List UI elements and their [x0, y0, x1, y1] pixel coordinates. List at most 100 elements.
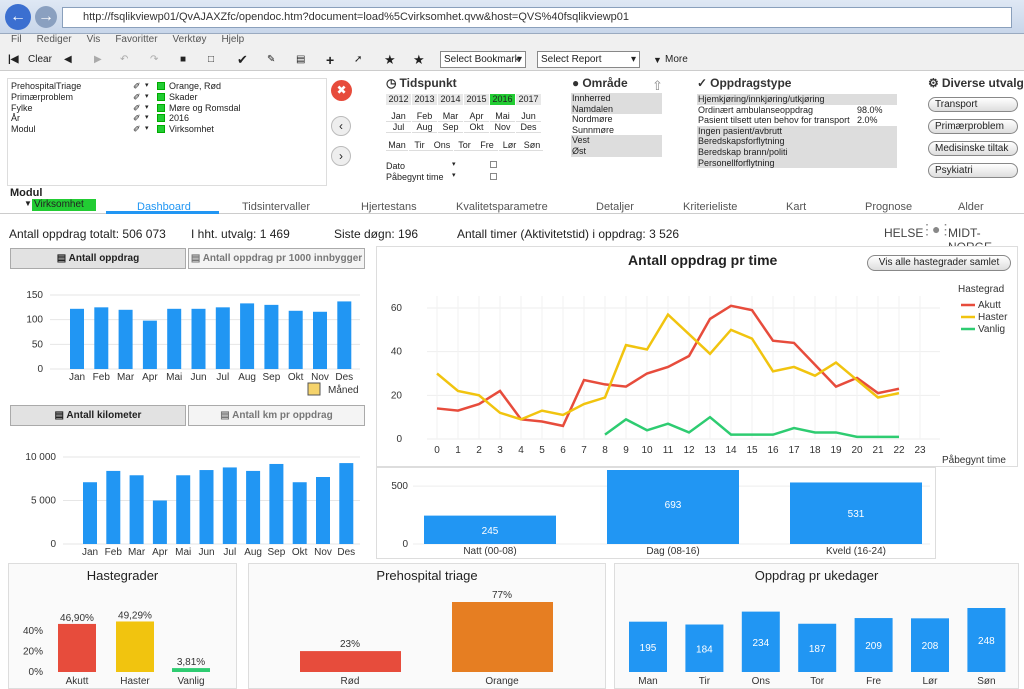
- month-item[interactable]: Jul: [386, 122, 411, 133]
- eraser-icon[interactable]: ✐: [133, 103, 141, 114]
- year-2012[interactable]: 2012: [386, 94, 411, 105]
- tab-kriterieliste[interactable]: Kriterieliste: [683, 201, 737, 213]
- chevron-right-icon[interactable]: ›: [331, 146, 351, 166]
- tab-kvalitetsparametre[interactable]: Kvalitetsparametre: [456, 201, 548, 213]
- omraade-item[interactable]: Vest: [571, 135, 662, 146]
- edit-icon[interactable]: ✎: [267, 52, 275, 68]
- undo-icon[interactable]: ↶: [120, 52, 128, 68]
- weekday-item[interactable]: Tir: [408, 140, 431, 151]
- check-icon[interactable]: ✔: [237, 52, 248, 68]
- omraade-item[interactable]: Nordmøre: [571, 114, 662, 125]
- year-2017[interactable]: 2017: [516, 94, 541, 105]
- menu-item-0[interactable]: Fil: [11, 34, 22, 45]
- redo-icon[interactable]: ↷: [150, 52, 158, 68]
- oppdragstype-item[interactable]: Beredskapsforflytning: [697, 136, 897, 147]
- eraser-icon[interactable]: ✐: [133, 113, 141, 124]
- month-item[interactable]: Okt: [464, 122, 489, 133]
- weekday-item[interactable]: Lør: [498, 140, 521, 151]
- more-button[interactable]: More: [665, 52, 688, 68]
- omraade-item[interactable]: Sunnmøre: [571, 124, 662, 136]
- year-2016[interactable]: 2016: [490, 94, 515, 105]
- tab-kart[interactable]: Kart: [786, 201, 806, 213]
- dropdown-icon[interactable]: ▾: [145, 92, 149, 103]
- trash-icon[interactable]: ✖: [331, 80, 352, 101]
- dropdown-icon[interactable]: ▾: [145, 81, 149, 92]
- weekday-item[interactable]: Ons: [431, 140, 453, 151]
- clear-button[interactable]: Clear: [28, 52, 52, 68]
- omraade-item[interactable]: Innherred: [571, 93, 662, 104]
- diverse-button-1[interactable]: Primærproblem: [928, 119, 1018, 134]
- month-item[interactable]: Jun: [516, 111, 541, 122]
- diverse-button-0[interactable]: Transport: [928, 97, 1018, 112]
- paabegynt-checkbox[interactable]: [490, 173, 497, 180]
- month-item[interactable]: Sep: [438, 122, 463, 133]
- eraser-icon[interactable]: ✐: [133, 124, 141, 135]
- tab-prognose[interactable]: Prognose: [865, 201, 912, 213]
- chevron-left-icon[interactable]: ‹: [331, 116, 351, 136]
- dropdown-icon[interactable]: ▾: [145, 113, 149, 124]
- report-select[interactable]: Select Report ▾: [537, 51, 640, 68]
- tab-detaljer[interactable]: Detaljer: [596, 201, 634, 213]
- month-item[interactable]: Aug: [412, 122, 437, 133]
- year-2015[interactable]: 2015: [464, 94, 489, 105]
- dato-checkbox[interactable]: [490, 161, 497, 168]
- month-item[interactable]: Apr: [464, 111, 489, 122]
- back-arrow-icon[interactable]: ←: [5, 4, 31, 30]
- month-item[interactable]: Des: [516, 122, 541, 133]
- menu-item-2[interactable]: Vis: [87, 34, 101, 45]
- oppdragstype-item[interactable]: Pasient tilsett uten behov for transport…: [697, 115, 897, 126]
- km-per-oppdrag-button[interactable]: ▤ Antall km pr oppdrag: [188, 405, 365, 426]
- oppdragstype-item[interactable]: Ordinært ambulanseoppdrag 98.0%: [697, 104, 897, 116]
- dropdown-icon[interactable]: ▾: [452, 160, 456, 168]
- bookmark-select[interactable]: Select Bookmark ▾: [440, 51, 526, 68]
- oppdragstype-item[interactable]: Ingen pasient/avbrutt: [697, 125, 897, 137]
- back-icon[interactable]: ◀: [64, 52, 72, 68]
- omraade-item[interactable]: Namdalen: [571, 103, 662, 115]
- tab-alder[interactable]: Alder: [958, 201, 984, 213]
- antall-kilometer-button[interactable]: ▤ Antall kilometer: [10, 405, 186, 426]
- arrow-up-icon[interactable]: ⇧: [652, 78, 663, 94]
- month-item[interactable]: Mar: [438, 111, 463, 122]
- eraser-icon[interactable]: ✐: [133, 81, 141, 92]
- add-icon[interactable]: +: [326, 52, 334, 68]
- lock-icon[interactable]: ■: [180, 52, 186, 68]
- oppdrag-per-1000-button[interactable]: ▤ Antall oppdrag pr 1000 innbygger: [188, 248, 365, 269]
- eraser-icon[interactable]: ✐: [133, 92, 141, 103]
- oppdragstype-item[interactable]: Personellforflytning: [697, 157, 897, 169]
- clear-icon[interactable]: |◀: [8, 52, 19, 68]
- antall-oppdrag-button[interactable]: ▤ Antall oppdrag: [10, 248, 186, 269]
- diverse-button-3[interactable]: Psykiatri: [928, 163, 1018, 178]
- modul-value[interactable]: Virksomhet: [32, 199, 96, 211]
- menu-item-4[interactable]: Verktøy: [173, 34, 207, 45]
- year-2014[interactable]: 2014: [438, 94, 463, 105]
- star-icon[interactable]: ★: [413, 52, 425, 68]
- forward-arrow-icon[interactable]: →: [35, 6, 57, 28]
- more-chevron-icon[interactable]: ▼: [653, 52, 662, 68]
- chart-icon[interactable]: ▤: [296, 52, 305, 68]
- diverse-button-2[interactable]: Medisinske tiltak: [928, 141, 1018, 156]
- month-item[interactable]: Mai: [490, 111, 515, 122]
- dropdown-icon[interactable]: ▼: [24, 199, 32, 208]
- oppdragstype-item[interactable]: Beredskap brann/politi: [697, 147, 897, 158]
- tab-hjertestans[interactable]: Hjertestans: [361, 201, 417, 213]
- dropdown-icon[interactable]: ▾: [145, 124, 149, 135]
- oppdragstype-item[interactable]: Hjemkjøring/innkjøring/utkjøring: [697, 94, 897, 105]
- tab-tidsintervaller[interactable]: Tidsintervaller: [242, 201, 310, 213]
- menu-item-5[interactable]: Hjelp: [221, 34, 244, 45]
- weekday-item[interactable]: Man: [386, 140, 408, 151]
- dropdown-icon[interactable]: ▾: [452, 171, 456, 179]
- year-2013[interactable]: 2013: [412, 94, 437, 105]
- weekday-item[interactable]: Tor: [453, 140, 476, 151]
- weekday-item[interactable]: Fre: [476, 140, 498, 151]
- dropdown-icon[interactable]: ▾: [145, 103, 149, 114]
- forward-icon[interactable]: ▶: [94, 52, 102, 68]
- weekday-item[interactable]: Søn: [521, 140, 543, 151]
- menu-item-3[interactable]: Favoritter: [115, 34, 157, 45]
- month-item[interactable]: Feb: [412, 111, 437, 122]
- month-item[interactable]: Jan: [386, 111, 411, 122]
- omraade-item[interactable]: Øst: [571, 146, 662, 157]
- pin-icon[interactable]: ➚: [354, 52, 362, 68]
- month-item[interactable]: Nov: [490, 122, 515, 133]
- menu-item-1[interactable]: Rediger: [37, 34, 72, 45]
- show-all-button[interactable]: Vis alle hastegrader samlet: [867, 255, 1011, 271]
